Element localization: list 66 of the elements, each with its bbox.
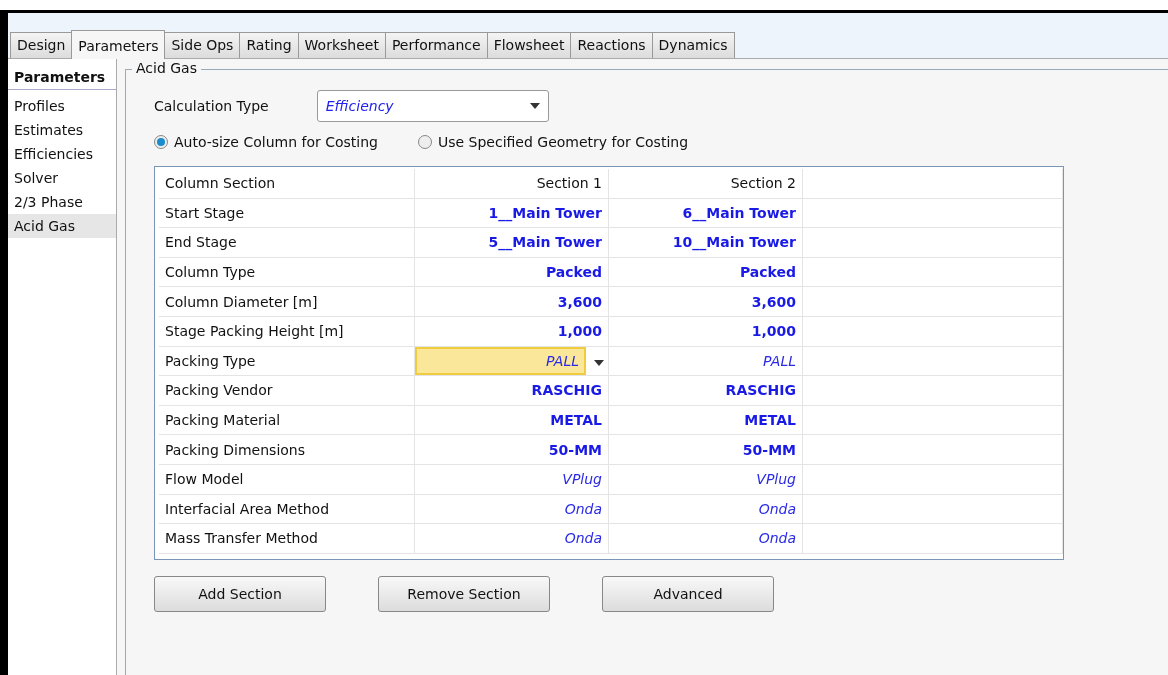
radio-option[interactable]: Use Specified Geometry for Costing — [417, 134, 689, 150]
action-button[interactable]: Remove Section — [378, 576, 550, 612]
table-cell: Stage Packing Height [m] — [159, 316, 415, 346]
tab[interactable]: Worksheet — [297, 32, 386, 58]
table-cell: METAL — [609, 405, 803, 435]
table-cell: Column Diameter [m] — [159, 287, 415, 316]
table-cell: 6__Main Tower — [609, 198, 803, 228]
table-cell: RASCHIG — [415, 376, 609, 405]
sidebar-item[interactable]: Estimates — [8, 118, 116, 142]
tab[interactable]: Side Ops — [164, 32, 241, 58]
column-header: Column Section — [159, 169, 415, 198]
group-title: Acid Gas — [132, 60, 201, 76]
table-cell: 5__Main Tower — [415, 228, 609, 257]
table-cell: 3,600 — [415, 287, 609, 316]
column-header: Section 2 — [609, 169, 803, 198]
table-cell: Packing Material — [159, 405, 415, 435]
table-cell: Packed — [609, 257, 803, 287]
tab[interactable]: Reactions — [570, 32, 653, 58]
table-cell: Mass Transfer Method — [159, 524, 415, 553]
calculation-type-dropdown[interactable]: Efficiency — [316, 90, 549, 122]
radio-icon[interactable] — [154, 135, 168, 149]
table-cell: VPlug — [609, 464, 803, 494]
table-cell: Flow Model — [159, 464, 415, 494]
table-cell: Packing Vendor — [159, 376, 415, 405]
tab[interactable]: Dynamics — [651, 32, 735, 58]
table-cell: VPlug — [415, 464, 609, 494]
sidebar-title: Parameters — [8, 69, 116, 90]
table-cell: PALL — [609, 346, 803, 376]
table-cell: Onda — [415, 494, 609, 524]
table-cell: Onda — [415, 524, 609, 553]
table-cell: 1,000 — [609, 316, 803, 346]
tab[interactable]: Performance — [384, 32, 488, 58]
column-header: Section 1 — [415, 169, 609, 198]
sidebar-item[interactable]: Efficiencies — [8, 142, 116, 166]
table-cell: Start Stage — [159, 198, 415, 228]
dropdown-caret-icon — [594, 359, 604, 366]
table-cell: 50-MM — [415, 435, 609, 464]
table-cell: 1__Main Tower — [415, 198, 609, 228]
table-cell: 3,600 — [609, 287, 803, 316]
tab[interactable]: Flowsheet — [486, 32, 572, 58]
table-cell: METAL — [415, 405, 609, 435]
table-cell: Packing Dimensions — [159, 435, 415, 464]
table-cell: RASCHIG — [609, 376, 803, 405]
table-cell: 10__Main Tower — [609, 228, 803, 257]
table-cell: Packed — [415, 257, 609, 287]
table-cell: End Stage — [159, 228, 415, 257]
sidebar-item[interactable]: Solver — [8, 166, 116, 190]
table-cell: 50-MM — [609, 435, 803, 464]
sidebar-item[interactable]: Acid Gas — [8, 214, 116, 238]
table-cell: Onda — [609, 494, 803, 524]
radio-icon[interactable] — [417, 135, 432, 149]
action-button[interactable]: Add Section — [154, 576, 326, 612]
tab[interactable]: Parameters — [71, 30, 166, 59]
field-label: Calculation Type — [154, 98, 269, 114]
table-cell: Interfacial Area Method — [159, 494, 415, 524]
table-cell: 1,000 — [415, 316, 609, 346]
tab[interactable]: Rating — [239, 32, 299, 58]
sidebar-item[interactable]: 2/3 Phase — [8, 190, 116, 214]
table-cell: Onda — [609, 524, 803, 553]
caret-icon — [529, 103, 540, 109]
table-cell[interactable]: PALL — [415, 346, 586, 376]
radio-option[interactable]: Auto-size Column for Costing — [154, 134, 378, 150]
tab[interactable]: Design — [10, 32, 73, 58]
sidebar-item[interactable]: Profiles — [8, 94, 116, 118]
action-button[interactable]: Advanced — [602, 576, 774, 612]
table-cell: Column Type — [159, 257, 415, 287]
